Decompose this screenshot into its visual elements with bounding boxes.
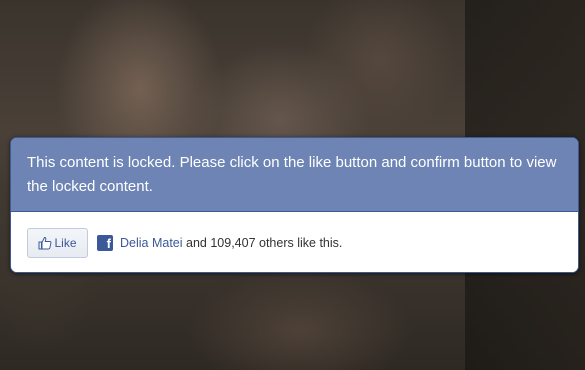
thumbs-up-icon (38, 236, 52, 250)
like-button[interactable]: Like (27, 228, 88, 258)
locker-message-header: This content is locked. Please click on … (11, 138, 578, 212)
facebook-icon: f (97, 235, 113, 251)
like-button-label: Like (54, 236, 77, 250)
content-locker-box: This content is locked. Please click on … (10, 137, 579, 273)
friend-name-link[interactable]: Delia Matei (120, 236, 183, 250)
social-context-text: Delia Matei and 109,407 others like this… (120, 235, 342, 251)
locker-social-bar: Like f Delia Matei and 109,407 others li… (11, 212, 578, 272)
social-count-text: and 109,407 others like this. (186, 236, 343, 250)
locker-message: This content is locked. Please click on … (27, 154, 557, 195)
